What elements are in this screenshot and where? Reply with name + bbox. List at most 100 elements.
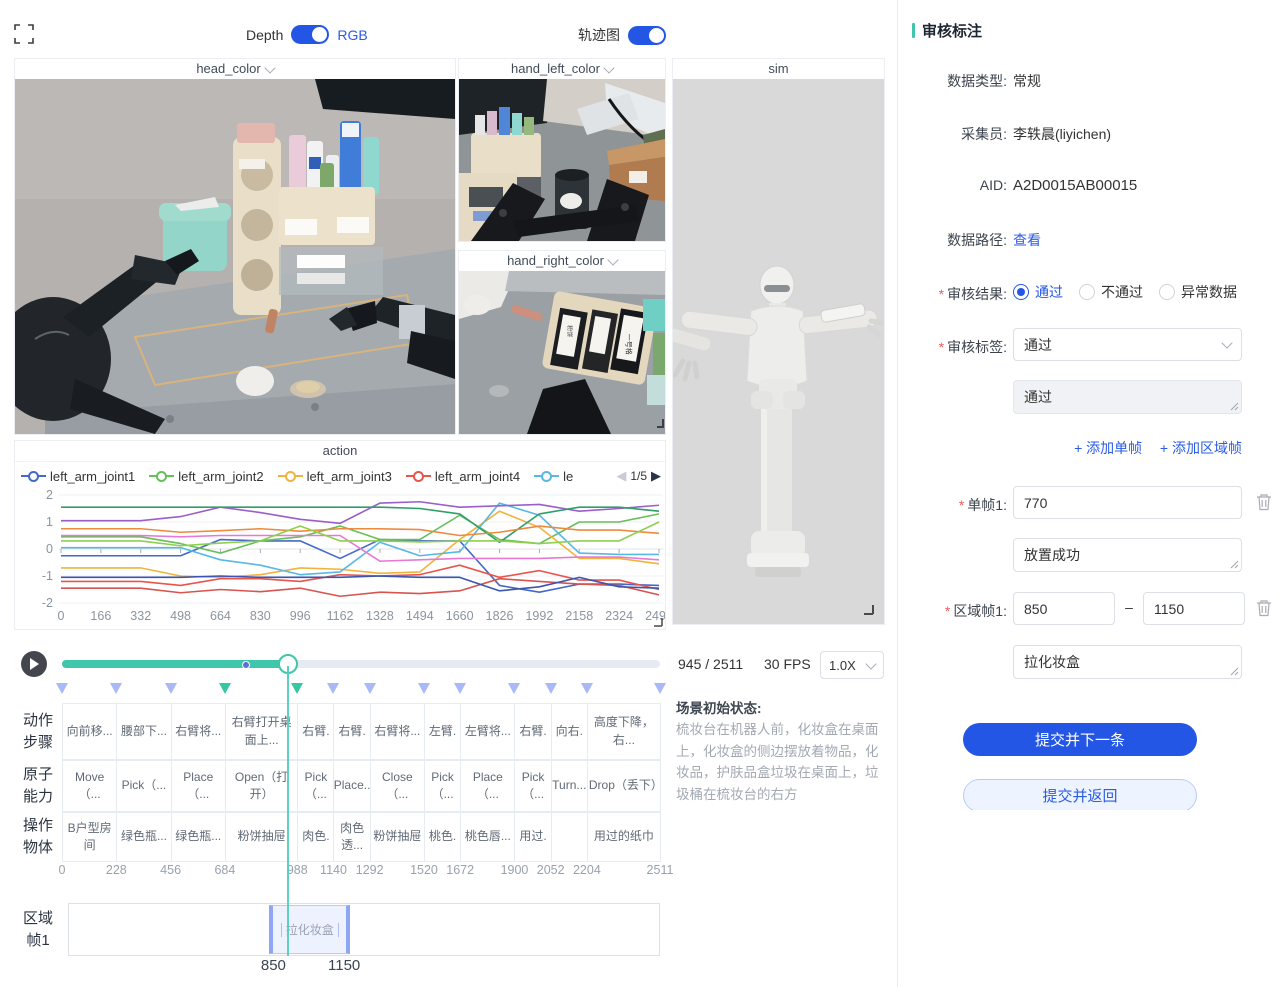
table-row-label: 动作步骤 — [19, 703, 57, 760]
legend-glyph — [406, 470, 431, 482]
add-region-frame-link[interactable]: + 添加区域帧 — [1160, 440, 1242, 456]
resize-handle-icon[interactable] — [1229, 401, 1239, 411]
svg-text:0: 0 — [58, 609, 65, 623]
timeline-marker[interactable] — [508, 683, 520, 694]
timeline-marker[interactable] — [581, 683, 593, 694]
legend-glyph — [278, 470, 303, 482]
play-button[interactable] — [21, 651, 47, 677]
single-frame-note-textarea[interactable]: 放置成功 — [1013, 538, 1242, 572]
table-cell: 高度下降，右... — [587, 703, 661, 760]
timeline-marker[interactable] — [219, 683, 231, 694]
timeline-marker[interactable] — [364, 683, 376, 694]
timeline-marker[interactable] — [165, 683, 177, 694]
speed-select[interactable]: 1.0X — [820, 651, 884, 679]
aid-value: A2D0015AB00015 — [1013, 177, 1137, 194]
hand-left-camera-image — [459, 79, 665, 241]
hand-left-camera-title[interactable]: hand_left_color — [459, 59, 665, 79]
drag-grip-icon — [338, 923, 339, 937]
legend-item[interactable]: left_arm_joint3 — [278, 469, 392, 484]
scene-title: 场景初始状态: — [676, 697, 890, 717]
result-radio-通过[interactable]: 通过 — [1013, 282, 1063, 302]
legend-next-icon[interactable]: ▶ — [651, 468, 661, 484]
drag-grip-icon — [281, 923, 282, 937]
frame-counter: 945 / 2511 — [678, 656, 743, 672]
tag-note-textarea[interactable]: 通过 — [1013, 380, 1242, 414]
hand-right-camera-title[interactable]: hand_right_color — [459, 251, 665, 271]
region-frame-block[interactable]: 拉化妆盒 — [269, 905, 350, 954]
submit-next-button[interactable]: 提交并下一条 — [963, 723, 1197, 756]
legend-glyph — [534, 470, 559, 482]
legend-pager: ◀ 1/5 ▶ — [616, 463, 661, 489]
region-start-input[interactable] — [1013, 592, 1115, 625]
required-star: * — [945, 603, 950, 619]
review-panel-title: 审核标注 — [922, 20, 982, 41]
legend-item[interactable]: left_arm_joint1 — [21, 469, 135, 484]
axis-tick-label: 2511 — [647, 863, 674, 877]
region-frame-note-textarea[interactable]: 拉化妆盒 — [1013, 645, 1242, 679]
region-frame-track: 拉化妆盒 — [68, 903, 660, 956]
table-cell: 右臂. — [514, 703, 551, 760]
result-label: *审核结果: — [898, 284, 1007, 304]
head-camera-title[interactable]: head_color — [15, 59, 455, 79]
axis-tick-label: 228 — [106, 863, 127, 877]
axis-tick-label: 1672 — [446, 863, 474, 877]
axis-tick-label: 1292 — [356, 863, 384, 877]
action-chart-panel: action left_arm_joint1left_arm_joint2lef… — [14, 440, 666, 630]
table-cell — [551, 812, 588, 862]
timeline-marker[interactable] — [327, 683, 339, 694]
submit-back-button[interactable]: 提交并返回 — [963, 779, 1197, 810]
result-radio-group: 通过不通过异常数据 — [1013, 282, 1237, 302]
play-icon — [29, 658, 39, 670]
timeline-marker[interactable] — [545, 683, 557, 694]
table-cell: 肉色. — [297, 812, 334, 862]
svg-text:1494: 1494 — [406, 609, 434, 623]
trajectory-toggle-group: 轨迹图 — [578, 25, 666, 45]
tag-select[interactable]: 通过 — [1013, 328, 1242, 361]
region-end-label: 1150 — [328, 957, 360, 974]
trajectory-label: 轨迹图 — [578, 25, 620, 45]
delete-region-frame-icon[interactable] — [1256, 599, 1272, 617]
table-cell: 左臂将... — [460, 703, 515, 760]
timeline-marker[interactable] — [56, 683, 68, 694]
aid-label: AID: — [898, 177, 1007, 193]
svg-text:996: 996 — [290, 609, 311, 623]
data-type-label: 数据类型: — [898, 71, 1007, 91]
radio-icon — [1079, 284, 1095, 300]
legend-prev-icon[interactable]: ◀ — [616, 468, 626, 484]
sim-panel-title: sim — [673, 59, 884, 79]
region-end-input[interactable] — [1143, 592, 1245, 625]
axis-tick-label: 1900 — [501, 863, 529, 877]
axis-tick-label: 456 — [160, 863, 181, 877]
legend-item[interactable]: left_arm_joint4 — [406, 469, 520, 484]
legend-item[interactable]: le — [534, 469, 573, 484]
result-radio-异常数据[interactable]: 异常数据 — [1159, 282, 1237, 302]
timeline-marker[interactable] — [291, 683, 303, 694]
result-radio-不通过[interactable]: 不通过 — [1079, 282, 1143, 302]
resize-corner-icon[interactable] — [653, 617, 663, 627]
table-cell: Place（... — [460, 760, 515, 812]
svg-text:166: 166 — [90, 609, 111, 623]
legend-item[interactable]: left_arm_joint2 — [149, 469, 263, 484]
depth-rgb-toggle[interactable] — [291, 25, 329, 44]
timeline-marker[interactable] — [418, 683, 430, 694]
single-frame-input[interactable] — [1013, 486, 1242, 519]
timeline-marker[interactable] — [654, 683, 666, 694]
trajectory-toggle[interactable] — [628, 26, 666, 45]
table-cell: 右臂. — [297, 703, 334, 760]
chevron-down-icon — [1221, 337, 1232, 348]
timeline-marker[interactable] — [110, 683, 122, 694]
radio-icon — [1013, 284, 1029, 300]
add-single-frame-link[interactable]: + 添加单帧 — [1074, 440, 1142, 456]
review-panel: 审核标注 数据类型: 常规 采集员: 李轶晨(liyichen) AID: A2… — [898, 0, 1280, 810]
timeline-marker[interactable] — [454, 683, 466, 694]
table-cell: B户型房间 — [62, 812, 117, 862]
axis-tick-label: 1140 — [320, 863, 347, 877]
data-type-value: 常规 — [1013, 71, 1041, 91]
sim-robot-view — [673, 79, 884, 624]
resize-handle-icon[interactable] — [1229, 666, 1239, 676]
data-path-link[interactable]: 查看 — [1013, 230, 1041, 250]
fullscreen-icon[interactable] — [14, 24, 34, 47]
timeline-slider[interactable] — [62, 660, 660, 668]
resize-handle-icon[interactable] — [1229, 559, 1239, 569]
delete-single-frame-icon[interactable] — [1256, 493, 1272, 511]
